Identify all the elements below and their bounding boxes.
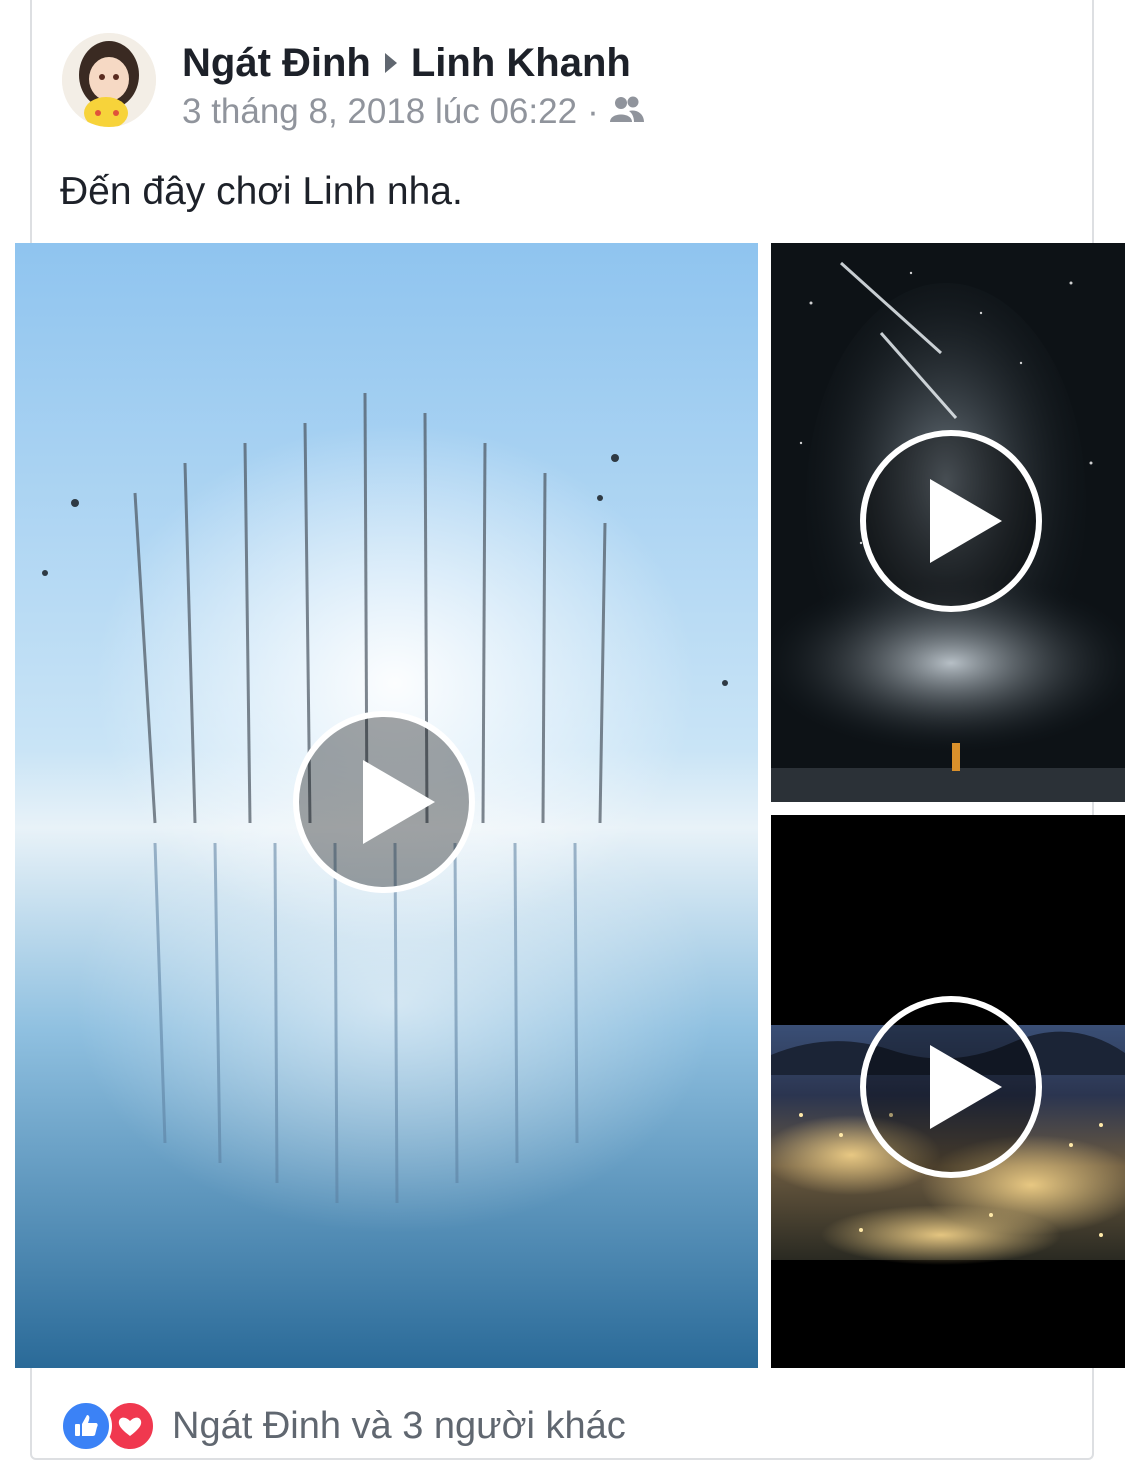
video-thumbnail-1[interactable] bbox=[15, 243, 758, 1368]
meta-separator: · bbox=[587, 92, 599, 131]
author-avatar[interactable] bbox=[62, 33, 156, 127]
author-name[interactable]: Ngát Đinh bbox=[182, 41, 371, 86]
reaction-summary-text[interactable]: Ngát Đinh và 3 người khác bbox=[172, 1405, 626, 1448]
post-timestamp[interactable]: 3 tháng 8, 2018 lúc 06:22 bbox=[182, 92, 577, 132]
post-meta: 3 tháng 8, 2018 lúc 06:22 · bbox=[182, 92, 645, 132]
triangle-right-icon bbox=[384, 53, 397, 73]
post-header-names: Ngát Đinh Linh Khanh bbox=[182, 38, 631, 88]
play-icon[interactable] bbox=[293, 711, 475, 893]
friends-icon[interactable] bbox=[609, 92, 645, 132]
post-text: Đến đây chơi Linh nha. bbox=[60, 170, 463, 213]
target-name[interactable]: Linh Khanh bbox=[411, 41, 631, 86]
play-icon[interactable] bbox=[860, 996, 1042, 1178]
reaction-summary[interactable]: Ngát Đinh và 3 người khác bbox=[60, 1400, 626, 1452]
play-icon[interactable] bbox=[860, 430, 1042, 612]
like-icon bbox=[60, 1400, 112, 1452]
video-thumbnail-3[interactable] bbox=[771, 815, 1125, 1368]
video-thumbnail-2[interactable] bbox=[771, 243, 1125, 802]
